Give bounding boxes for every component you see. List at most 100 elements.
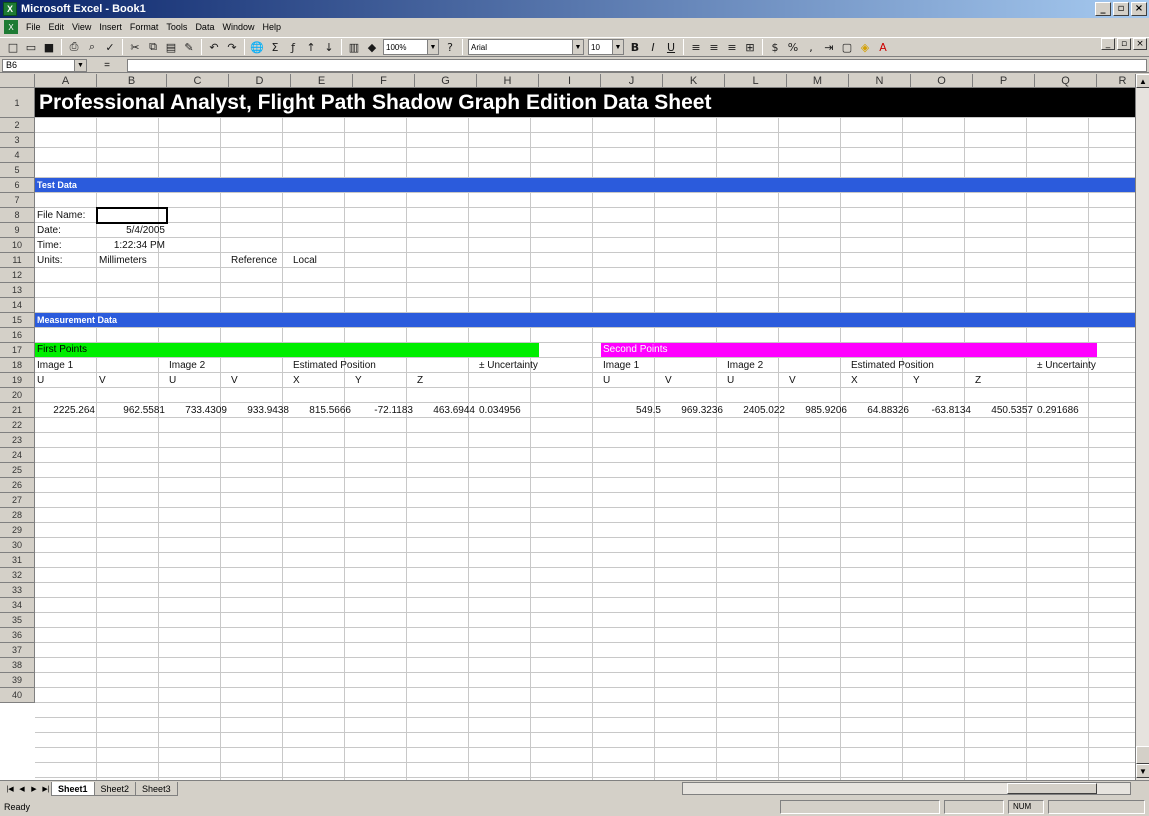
- row-header[interactable]: 38: [0, 658, 35, 673]
- select-all-corner[interactable]: [0, 74, 35, 88]
- row-header[interactable]: 37: [0, 643, 35, 658]
- second-value-x[interactable]: 64.88326: [849, 403, 911, 418]
- row-header[interactable]: 14: [0, 298, 35, 313]
- autosum-icon[interactable]: Σ: [266, 38, 284, 56]
- col-header[interactable]: N: [849, 74, 911, 88]
- menu-insert[interactable]: Insert: [95, 22, 126, 32]
- row-header[interactable]: 23: [0, 433, 35, 448]
- row-header[interactable]: 8: [0, 208, 35, 223]
- row-header[interactable]: 15: [0, 313, 35, 328]
- tab-sheet3[interactable]: Sheet3: [135, 781, 178, 796]
- first-value-uncertainty[interactable]: 0.034956: [477, 403, 539, 418]
- redo-icon[interactable]: ↷: [223, 38, 241, 56]
- help-icon[interactable]: ?: [441, 38, 459, 56]
- menu-tools[interactable]: Tools: [162, 22, 191, 32]
- name-box[interactable]: B6 ▼: [2, 58, 87, 72]
- cell-grid[interactable]: Professional Analyst, Flight Path Shadow…: [35, 88, 1149, 780]
- row-header[interactable]: 3: [0, 133, 35, 148]
- sort-ascending-icon[interactable]: ↑: [302, 38, 320, 56]
- row-header[interactable]: 31: [0, 553, 35, 568]
- col-header[interactable]: L: [725, 74, 787, 88]
- row-header[interactable]: 35: [0, 613, 35, 628]
- tab-sheet2[interactable]: Sheet2: [93, 781, 137, 796]
- chart-wizard-icon[interactable]: ▥: [345, 38, 363, 56]
- save-icon[interactable]: ■: [40, 38, 58, 56]
- cut-icon[interactable]: ✂: [126, 38, 144, 56]
- percent-icon[interactable]: %: [784, 38, 802, 56]
- open-icon[interactable]: ▭: [22, 38, 40, 56]
- align-left-icon[interactable]: ≡: [687, 38, 705, 56]
- row-header[interactable]: 1: [0, 88, 35, 118]
- borders-icon[interactable]: ▢: [838, 38, 856, 56]
- col-header[interactable]: B: [97, 74, 167, 88]
- col-header[interactable]: Q: [1035, 74, 1097, 88]
- first-value-y[interactable]: -72.1183: [353, 403, 415, 418]
- row-header[interactable]: 17: [0, 343, 35, 358]
- print-preview-icon[interactable]: ⌕: [83, 38, 101, 56]
- row-header[interactable]: 36: [0, 628, 35, 643]
- row-header[interactable]: 16: [0, 328, 35, 343]
- col-header[interactable]: O: [911, 74, 973, 88]
- row-header[interactable]: 9: [0, 223, 35, 238]
- workbook-icon[interactable]: X: [4, 20, 18, 34]
- hyperlink-icon[interactable]: 🌐: [248, 38, 266, 56]
- date-value[interactable]: 5/4/2005: [97, 223, 167, 238]
- col-header[interactable]: C: [167, 74, 229, 88]
- row-header[interactable]: 33: [0, 583, 35, 598]
- italic-icon[interactable]: I: [644, 38, 662, 56]
- tab-sheet1[interactable]: Sheet1: [51, 781, 95, 796]
- menu-help[interactable]: Help: [258, 22, 285, 32]
- align-right-icon[interactable]: ≡: [723, 38, 741, 56]
- scroll-up-icon[interactable]: ▲: [1136, 74, 1149, 88]
- format-painter-icon[interactable]: ✎: [180, 38, 198, 56]
- row-header[interactable]: 4: [0, 148, 35, 163]
- zoom-select[interactable]: 100% ▼: [383, 39, 439, 55]
- first-value-v2[interactable]: 933.9438: [229, 403, 291, 418]
- formula-input[interactable]: [127, 58, 1147, 72]
- print-icon[interactable]: ⎙: [65, 38, 83, 56]
- new-icon[interactable]: □: [4, 38, 22, 56]
- font-select[interactable]: Arial ▼: [468, 39, 584, 55]
- currency-icon[interactable]: $: [766, 38, 784, 56]
- fill-color-icon[interactable]: ◈: [856, 38, 874, 56]
- first-value-u2[interactable]: 733.4309: [167, 403, 229, 418]
- second-value-uncertainty[interactable]: 0.291686: [1035, 403, 1097, 418]
- prev-sheet-icon[interactable]: ◀: [16, 783, 28, 795]
- font-size-select[interactable]: 10 ▼: [588, 39, 624, 55]
- row-header[interactable]: 21: [0, 403, 35, 418]
- row-header[interactable]: 19: [0, 373, 35, 388]
- selected-cell-b6[interactable]: [96, 207, 168, 224]
- row-header[interactable]: 5: [0, 163, 35, 178]
- next-sheet-icon[interactable]: ▶: [28, 783, 40, 795]
- row-header[interactable]: 6: [0, 178, 35, 193]
- row-header[interactable]: 18: [0, 358, 35, 373]
- row-header[interactable]: 34: [0, 598, 35, 613]
- restore-icon[interactable]: ▫: [1113, 2, 1129, 16]
- second-value-y[interactable]: -63.8134: [911, 403, 973, 418]
- second-value-u[interactable]: 549.5: [601, 403, 663, 418]
- undo-icon[interactable]: ↶: [205, 38, 223, 56]
- col-header[interactable]: H: [477, 74, 539, 88]
- col-header[interactable]: M: [787, 74, 849, 88]
- merge-center-icon[interactable]: ⊞: [741, 38, 759, 56]
- hscroll-thumb[interactable]: [1007, 783, 1097, 794]
- row-header[interactable]: 13: [0, 283, 35, 298]
- time-value[interactable]: 1:22:34 PM: [97, 238, 167, 253]
- comma-style-icon[interactable]: ,: [802, 38, 820, 56]
- reference-value[interactable]: Local: [291, 253, 319, 268]
- menu-file[interactable]: File: [22, 22, 45, 32]
- first-value-z[interactable]: 463.6944: [415, 403, 477, 418]
- row-header[interactable]: 11: [0, 253, 35, 268]
- close-icon[interactable]: ×: [1131, 2, 1147, 16]
- row-header[interactable]: 27: [0, 493, 35, 508]
- sort-descending-icon[interactable]: ↓: [320, 38, 338, 56]
- font-color-icon[interactable]: A: [874, 38, 892, 56]
- row-header[interactable]: 20: [0, 388, 35, 403]
- scroll-down-icon[interactable]: ▼: [1136, 764, 1149, 778]
- paste-icon[interactable]: ▤: [162, 38, 180, 56]
- second-value-z[interactable]: 450.5357: [973, 403, 1035, 418]
- bold-icon[interactable]: B: [626, 38, 644, 56]
- horizontal-scrollbar[interactable]: [682, 782, 1131, 795]
- col-header[interactable]: G: [415, 74, 477, 88]
- row-header[interactable]: 25: [0, 463, 35, 478]
